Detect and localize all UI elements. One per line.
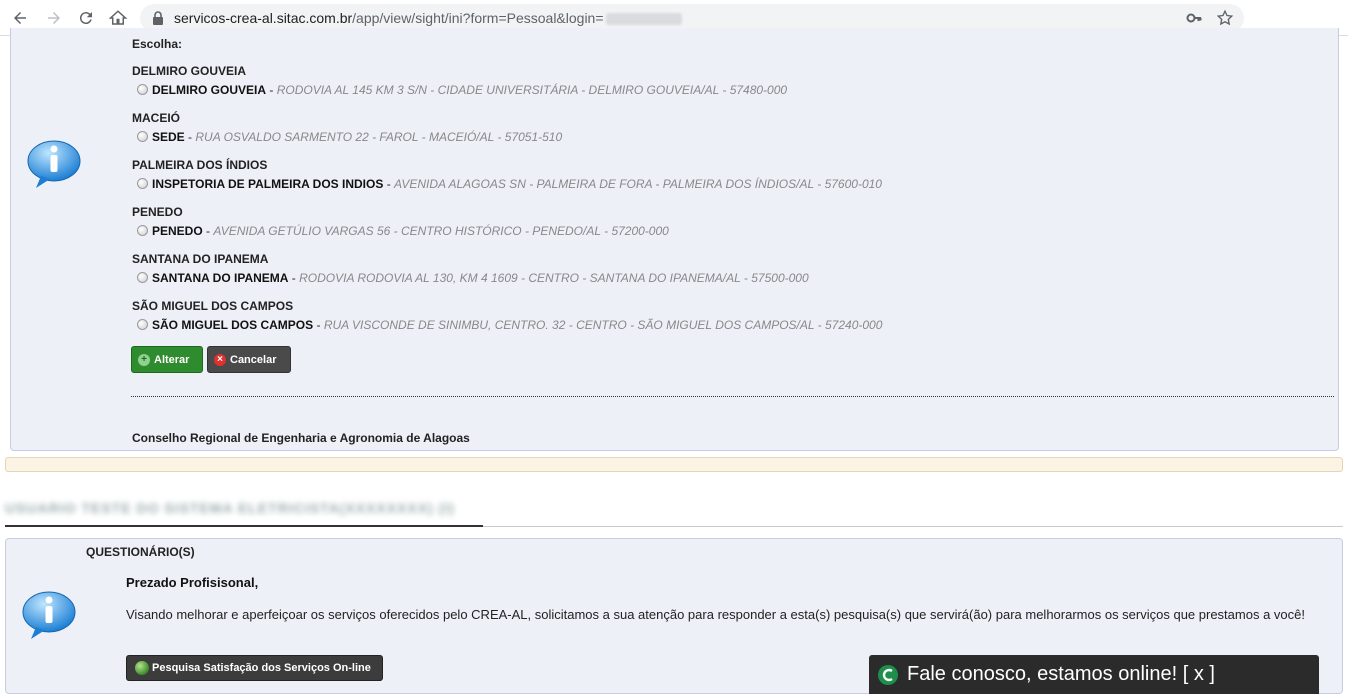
forward-arrow-icon[interactable] (42, 6, 66, 30)
city-title: PENEDO (132, 205, 183, 219)
key-icon[interactable] (1186, 10, 1202, 26)
url-path: /app/view/sight/ini?form=Pessoal&login= (352, 10, 604, 26)
location-option: SANTANA DO IPANEMA - RODOVIA RODOVIA AL … (132, 269, 809, 288)
option-separator: - (266, 83, 277, 97)
location-group-maceio: MACEIÓ SEDE - RUA OSVALDO SARMENTO 22 - … (132, 109, 562, 147)
location-group-sao-miguel: SÃO MIGUEL DOS CAMPOS SÃO MIGUEL DOS CAM… (132, 297, 882, 335)
survey-button-label: Pesquisa Satisfação dos Serviços On-line (152, 662, 371, 674)
option-name: PENEDO (152, 224, 203, 238)
back-arrow-icon[interactable] (8, 6, 32, 30)
dotted-divider (131, 396, 1334, 397)
redacted-user-heading: USUARIO TESTE DO SISTEMA ELETRICISTA(XXX… (5, 500, 455, 516)
survey-button[interactable]: Pesquisa Satisfação dos Serviços On-line (126, 655, 383, 681)
plus-circle-icon: + (138, 353, 150, 366)
location-option: DELMIRO GOUVEIA - RODOVIA AL 145 KM 3 S/… (132, 81, 787, 100)
url-host: servicos-crea-al.sitac.com.br (174, 10, 353, 26)
location-group-delmiro: DELMIRO GOUVEIA DELMIRO GOUVEIA - RODOVI… (132, 62, 787, 100)
location-radio[interactable] (137, 225, 148, 236)
alterar-label: Alterar (154, 353, 190, 366)
city-title: DELMIRO GOUVEIA (132, 64, 247, 78)
questionnaire-message: Visando melhorar e aperfeiçoar os serviç… (126, 607, 1305, 622)
redacted-login (605, 13, 682, 26)
option-separator: - (383, 177, 395, 191)
location-group-penedo: PENEDO PENEDO - AVENIDA GETÚLIO VARGAS 5… (132, 203, 669, 241)
location-selection-panel: Escolha: DELMIRO GOUVEIA DELMIRO GOUVEIA… (10, 28, 1339, 451)
option-name: DELMIRO GOUVEIA (152, 83, 267, 97)
city-title: MACEIÓ (132, 111, 180, 125)
choose-label: Escolha: (132, 37, 183, 51)
city-title: SANTANA DO IPANEMA (132, 252, 269, 266)
location-radio[interactable] (137, 319, 148, 330)
location-option: INSPETORIA DE PALMEIRA DOS INDIOS - AVEN… (132, 175, 882, 194)
location-radio[interactable] (137, 178, 148, 189)
location-radio[interactable] (137, 131, 148, 142)
option-separator: - (288, 271, 300, 285)
questionnaire-greeting: Prezado Profisisonal, (126, 575, 259, 590)
option-address: RODOVIA RODOVIA AL 130, KM 4 1609 - CENT… (299, 271, 809, 285)
location-option: SEDE - RUA OSVALDO SARMENTO 22 - FAROL -… (132, 128, 562, 147)
option-name: SEDE (152, 130, 185, 144)
chat-logo-icon (878, 664, 898, 685)
location-option: PENEDO - AVENIDA GETÚLIO VARGAS 56 - CEN… (132, 222, 669, 241)
option-separator: - (202, 224, 214, 238)
option-name: SÃO MIGUEL DOS CAMPOS (152, 318, 314, 332)
home-icon[interactable] (106, 6, 130, 30)
url-text: servicos-crea-al.sitac.com.br/app/view/s… (174, 10, 682, 26)
location-option: SÃO MIGUEL DOS CAMPOS - RUA VISCONDE DE … (132, 316, 882, 335)
location-radio[interactable] (137, 272, 148, 283)
option-address: RODOVIA AL 145 KM 3 S/N - CIDADE UNIVERS… (276, 83, 788, 97)
alterar-button[interactable]: + Alterar (131, 346, 203, 373)
option-address: AVENIDA ALAGOAS SN - PALMEIRA DE FORA - … (394, 177, 882, 191)
heading-underline (5, 525, 483, 527)
option-address: RUA VISCONDE DE SINIMBU, CENTRO. 32 - CE… (323, 318, 883, 332)
city-title: SÃO MIGUEL DOS CAMPOS (132, 299, 294, 313)
option-address: RUA OSVALDO SARMENTO 22 - FAROL - MACEIÓ… (195, 130, 563, 144)
bookmark-star-icon[interactable] (1216, 9, 1234, 27)
chat-widget[interactable]: Fale conosco, estamos online! [ x ] (869, 655, 1319, 694)
option-address: AVENIDA GETÚLIO VARGAS 56 - CENTRO HISTÓ… (213, 224, 669, 238)
questionnaire-title: QUESTIONÁRIO(S) (86, 545, 195, 559)
option-name: SANTANA DO IPANEMA (152, 271, 289, 285)
heading-rule (483, 526, 1343, 527)
chat-label: Fale conosco, estamos online! [ x ] (907, 663, 1215, 685)
option-name: INSPETORIA DE PALMEIRA DOS INDIOS (152, 177, 384, 191)
option-separator: - (184, 130, 196, 144)
cancelar-button[interactable]: × Cancelar (207, 346, 291, 373)
globe-icon (135, 661, 149, 675)
close-circle-icon: × (214, 353, 226, 366)
location-group-santana: SANTANA DO IPANEMA SANTANA DO IPANEMA - … (132, 250, 809, 288)
info-bubble-icon (27, 140, 81, 188)
location-radio[interactable] (137, 84, 148, 95)
notice-bar (5, 457, 1343, 472)
council-footer: Conselho Regional de Engenharia e Agrono… (132, 431, 470, 445)
city-title: PALMEIRA DOS ÍNDIOS (132, 158, 268, 172)
option-separator: - (313, 318, 324, 332)
reload-icon[interactable] (74, 6, 98, 30)
info-bubble-icon (22, 591, 76, 639)
lock-icon (153, 11, 163, 25)
cancelar-label: Cancelar (230, 353, 277, 366)
location-group-palmeira: PALMEIRA DOS ÍNDIOS INSPETORIA DE PALMEI… (132, 156, 882, 194)
